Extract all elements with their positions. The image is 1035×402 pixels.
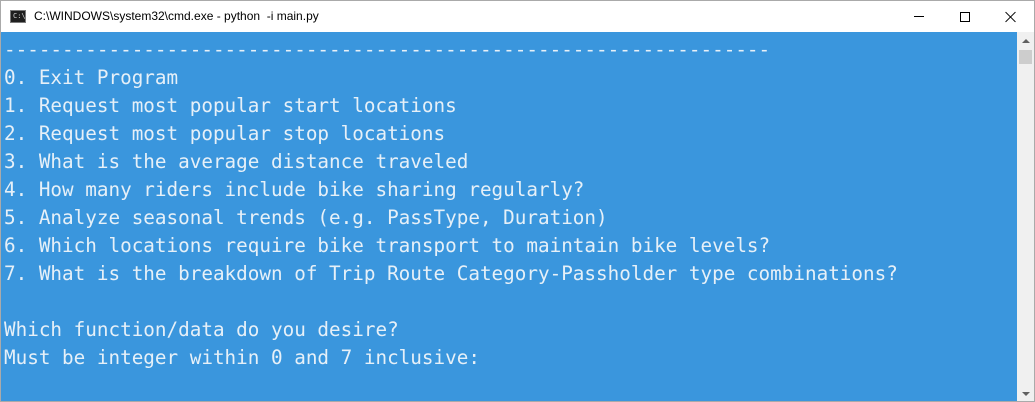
input-prompt[interactable]: Must be integer within 0 and 7 inclusive… <box>4 344 1017 372</box>
scroll-up-button[interactable] <box>1017 32 1034 49</box>
menu-option-3: 3. What is the average distance traveled <box>4 150 469 173</box>
prompt-question: Which function/data do you desire? <box>4 318 399 341</box>
menu-option-0: 0. Exit Program <box>4 66 179 89</box>
menu-option-5: 5. Analyze seasonal trends (e.g. PassTyp… <box>4 206 608 229</box>
minimize-button[interactable] <box>896 1 942 32</box>
menu-option-1: 1. Request most popular start locations <box>4 94 457 117</box>
console-window: C:\ C:\WINDOWS\system32\cmd.exe - python… <box>0 0 1035 402</box>
console-output[interactable]: ----------------------------------------… <box>1 32 1017 401</box>
scroll-down-arrow-icon <box>1021 391 1030 396</box>
menu-option-4: 4. How many riders include bike sharing … <box>4 178 585 201</box>
separator-line: ----------------------------------------… <box>4 38 771 61</box>
menu-option-2: 2. Request most popular stop locations <box>4 122 446 145</box>
cmd-prompt-icon[interactable]: C:\ <box>10 10 26 23</box>
close-button[interactable] <box>988 1 1034 32</box>
scroll-up-arrow-icon <box>1021 38 1030 43</box>
vertical-scrollbar[interactable] <box>1017 32 1034 401</box>
maximize-button[interactable] <box>942 1 988 32</box>
title-bar[interactable]: C:\ C:\WINDOWS\system32\cmd.exe - python… <box>1 1 1034 32</box>
maximize-icon <box>960 11 970 22</box>
scroll-thumb[interactable] <box>1019 50 1032 64</box>
menu-option-7: 7. What is the breakdown of Trip Route C… <box>4 262 898 285</box>
window-title: C:\WINDOWS\system32\cmd.exe - python -i … <box>34 9 319 23</box>
close-icon <box>1005 11 1017 23</box>
cmd-prompt-glyph: C:\ <box>13 12 26 20</box>
minimize-icon <box>914 16 924 17</box>
menu-option-6: 6. Which locations require bike transpor… <box>4 234 771 257</box>
scroll-down-button[interactable] <box>1017 385 1034 401</box>
